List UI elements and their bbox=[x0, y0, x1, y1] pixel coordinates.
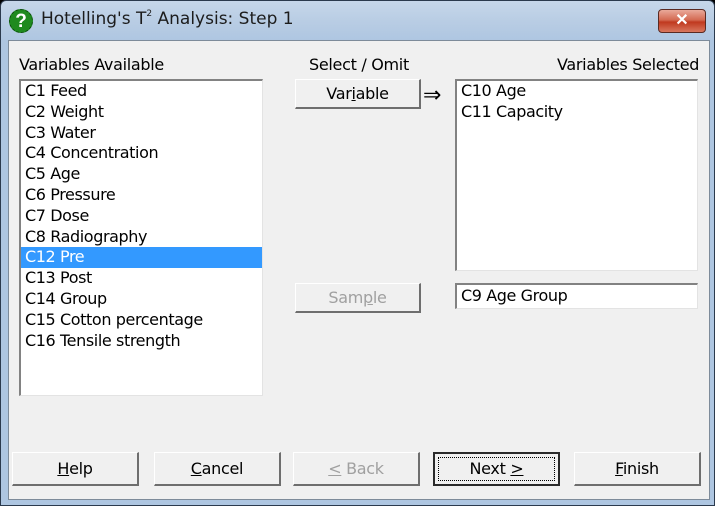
title-text-suffix: Analysis: Step 1 bbox=[152, 9, 294, 29]
sample-variable-field[interactable]: C9 Age Group bbox=[455, 283, 698, 309]
back-text: Back bbox=[341, 459, 384, 478]
finish-button[interactable]: Finish bbox=[574, 452, 701, 486]
selected-list-item[interactable]: C11 Capacity bbox=[457, 102, 697, 123]
help-accel: H bbox=[57, 459, 70, 478]
help-question-icon: ? bbox=[9, 9, 33, 33]
available-list-item[interactable]: C12 Pre bbox=[21, 247, 262, 269]
available-list-item[interactable]: C6 Pressure bbox=[21, 185, 262, 206]
help-text: elp bbox=[69, 459, 93, 478]
sample-button-accel: p bbox=[363, 288, 373, 307]
available-list-item[interactable]: C2 Weight bbox=[21, 102, 262, 123]
back-accel: < bbox=[328, 459, 342, 478]
close-button[interactable]: ✕ bbox=[658, 9, 706, 33]
available-list-item[interactable]: C16 Tensile strength bbox=[21, 331, 262, 352]
cancel-text: ancel bbox=[201, 459, 244, 478]
variable-button-text: Var bbox=[326, 84, 352, 103]
available-list-item[interactable]: C4 Concentration bbox=[21, 143, 262, 164]
select-omit-label: Select / Omit bbox=[309, 55, 409, 74]
variables-selected-label: Variables Selected bbox=[557, 55, 700, 74]
next-text: Next bbox=[469, 459, 511, 478]
finish-text: inish bbox=[622, 459, 659, 478]
sample-button-text: Sam bbox=[328, 288, 364, 307]
title-bar[interactable]: ? Hotelling's T2 Analysis: Step 1 ✕ bbox=[1, 1, 714, 39]
help-button[interactable]: Help bbox=[12, 452, 139, 486]
window-title: Hotelling's T2 Analysis: Step 1 bbox=[41, 9, 294, 29]
back-button[interactable]: < Back bbox=[293, 452, 420, 486]
selected-list-item[interactable]: C10 Age bbox=[457, 81, 697, 102]
variable-button-text-end: able bbox=[355, 84, 389, 103]
available-list-item[interactable]: C3 Water bbox=[21, 123, 262, 144]
next-button[interactable]: Next > bbox=[433, 452, 560, 486]
variables-available-label: Variables Available bbox=[19, 55, 164, 74]
finish-accel: F bbox=[615, 459, 623, 478]
variables-available-list[interactable]: C1 Feed C2 Weight C3 Water C4 Concentration… bbox=[19, 79, 263, 396]
sample-button-text-end: le bbox=[372, 288, 387, 307]
variables-selected-list[interactable]: C10 Age C11 Capacity bbox=[455, 79, 698, 271]
title-text: Hotelling's T bbox=[41, 9, 147, 29]
available-list-item[interactable]: C1 Feed bbox=[21, 81, 262, 102]
available-list-item[interactable]: C8 Radiography bbox=[21, 227, 262, 248]
right-arrow-icon: ⇒ bbox=[423, 82, 442, 107]
dialog-window: ? Hotelling's T2 Analysis: Step 1 ✕ Vari… bbox=[0, 0, 715, 506]
close-icon: ✕ bbox=[675, 12, 689, 29]
available-list-item[interactable]: C14 Group bbox=[21, 289, 262, 310]
available-list-item[interactable]: C5 Age bbox=[21, 164, 262, 185]
sample-button[interactable]: Sample bbox=[295, 283, 421, 313]
cancel-accel: C bbox=[190, 459, 202, 478]
available-list-item[interactable]: C7 Dose bbox=[21, 206, 262, 227]
dialog-client-area: Variables Available C1 Feed C2 Weight C3 W… bbox=[8, 40, 710, 500]
available-list-item[interactable]: C13 Post bbox=[21, 268, 262, 289]
cancel-button[interactable]: Cancel bbox=[154, 452, 281, 486]
variable-button[interactable]: Variable bbox=[295, 79, 421, 109]
available-list-item[interactable]: C15 Cotton percentage bbox=[21, 310, 262, 331]
